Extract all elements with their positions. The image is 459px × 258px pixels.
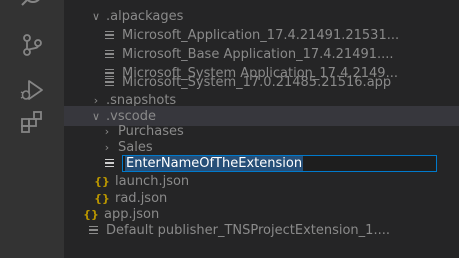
rename-input-selection: EnterNameOfTheExtension <box>125 155 304 171</box>
folder-label: .alpackages <box>106 8 184 24</box>
file-lines-icon <box>100 50 118 58</box>
tree-file[interactable]: Microsoft_Application_17.4.21491.21531..… <box>64 25 459 45</box>
folder-alpackages[interactable]: ∨ .alpackages <box>64 6 459 26</box>
run-debug-icon[interactable] <box>0 78 64 102</box>
search-icon[interactable] <box>0 0 64 10</box>
activity-bar <box>0 0 64 258</box>
file-label: Default publisher_TNSProjectExtension_1.… <box>106 222 390 238</box>
file-label: launch.json <box>115 173 190 189</box>
tree-file[interactable]: Microsoft_Base Application_17.4.21491...… <box>64 44 459 64</box>
chevron-right-icon: › <box>104 124 110 138</box>
extensions-icon[interactable] <box>0 110 64 134</box>
file-lines-icon <box>100 78 118 86</box>
source-control-icon[interactable] <box>0 33 64 57</box>
explorer-tree: ∨ .alpackages Microsoft_Application_17.4… <box>64 0 459 258</box>
file-label: Microsoft_System_17.0.21485.21516.app <box>122 74 392 90</box>
file-lines-icon <box>84 226 102 234</box>
tree-file[interactable]: Microsoft_System_17.0.21485.21516.app <box>64 72 459 92</box>
file-lines-icon <box>100 31 118 39</box>
file-label: Microsoft_Base Application_17.4.21491...… <box>122 46 394 62</box>
chevron-down-icon: ∨ <box>91 9 101 23</box>
chevron-right-icon: › <box>104 140 110 154</box>
json-braces-icon: {} <box>94 191 110 205</box>
rename-input[interactable]: EnterNameOfTheExtension <box>122 154 437 172</box>
rename-row: EnterNameOfTheExtension <box>64 153 459 173</box>
tree-file[interactable]: Default publisher_TNSProjectExtension_1.… <box>64 220 459 240</box>
chevron-right-icon: › <box>93 93 99 107</box>
file-lines-icon <box>100 159 118 167</box>
json-braces-icon: {} <box>94 174 110 188</box>
file-label: Microsoft_Application_17.4.21491.21531..… <box>122 27 400 43</box>
json-braces-icon: {} <box>83 207 99 221</box>
